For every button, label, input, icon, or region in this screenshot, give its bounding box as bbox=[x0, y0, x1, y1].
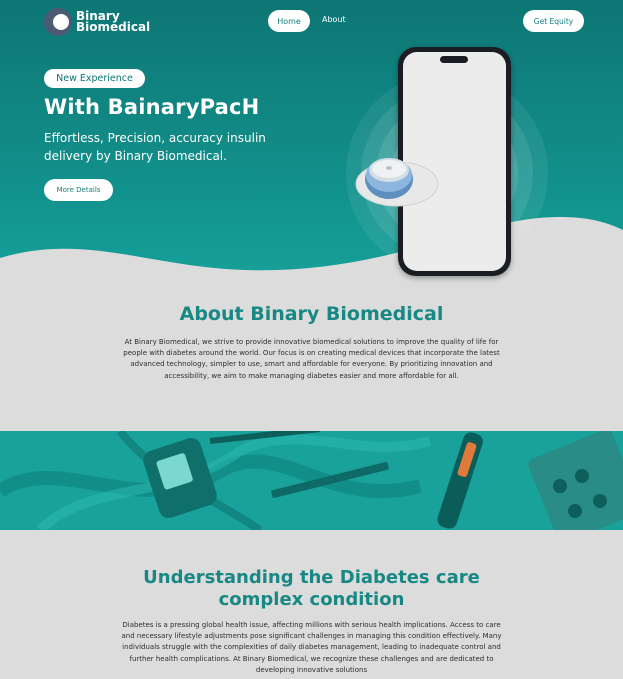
more-details-button[interactable]: More Details bbox=[44, 179, 113, 201]
understanding-title: Understanding the Diabetes care complex … bbox=[0, 567, 623, 611]
insulin-pump-icon bbox=[355, 158, 439, 207]
hero-title: With BainaryPacH bbox=[44, 95, 260, 119]
about-text: At Binary Biomedical, we strive to provi… bbox=[123, 338, 500, 380]
hero-section: Binary Biomedical Home About Get Equity … bbox=[0, 0, 623, 300]
phone-notch bbox=[440, 56, 468, 63]
understanding-title-line-2: complex condition bbox=[218, 589, 405, 610]
brand-logo[interactable]: Binary Biomedical bbox=[44, 7, 150, 37]
nav-home-link[interactable]: Home bbox=[268, 10, 310, 32]
logo-mark-icon bbox=[44, 7, 74, 37]
logo-line-2: Biomedical bbox=[76, 20, 151, 34]
hero-subtitle: Effortless, Precision, accuracy insulin … bbox=[44, 131, 266, 163]
understanding-title-line-1: Understanding the Diabetes care bbox=[143, 567, 480, 588]
get-equity-button[interactable]: Get Equity bbox=[523, 10, 584, 32]
understanding-text: Diabetes is a pressing global health iss… bbox=[121, 621, 502, 674]
logo-text: Binary Biomedical bbox=[76, 10, 151, 34]
diabetes-supplies-banner bbox=[0, 431, 623, 530]
new-experience-badge: New Experience bbox=[44, 69, 145, 88]
banner-illustration bbox=[0, 431, 623, 530]
nav-about-link[interactable]: About bbox=[322, 15, 346, 24]
about-title: About Binary Biomedical bbox=[179, 303, 444, 325]
